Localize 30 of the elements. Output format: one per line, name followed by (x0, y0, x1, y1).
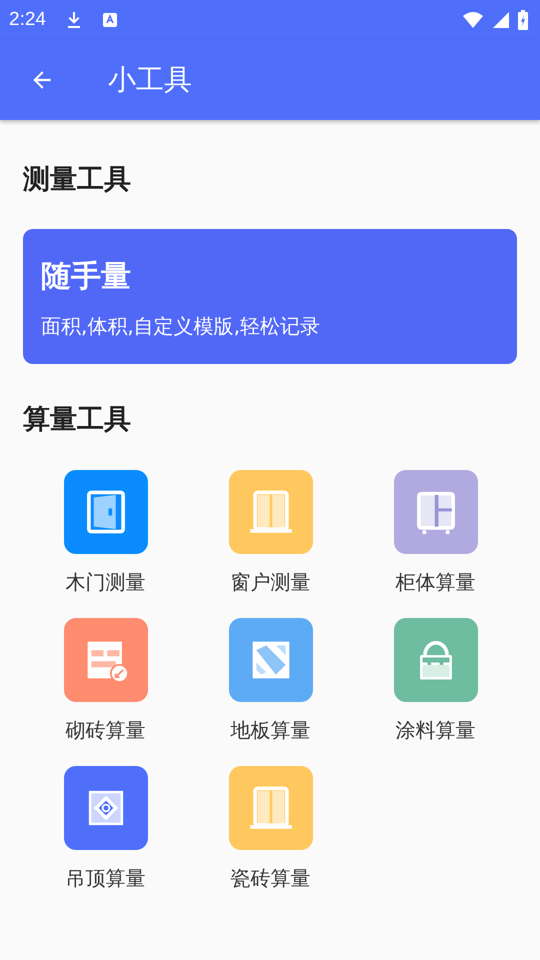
tool-tile[interactable] (394, 470, 478, 554)
wifi-icon (462, 11, 484, 29)
download-icon (66, 11, 82, 29)
tool-label: 地板算量 (230, 717, 310, 744)
tool-label: 柜体算量 (396, 569, 476, 596)
tool-tile[interactable] (228, 618, 312, 702)
screen-title: 小工具 (108, 62, 192, 98)
tool-tile[interactable] (64, 470, 148, 554)
tool-label: 瓷砖算量 (230, 865, 310, 892)
tool-label: 木门测量 (66, 569, 146, 596)
signal-icon (492, 11, 510, 29)
battery-icon (518, 10, 528, 30)
card-title: 随手量 (41, 258, 132, 296)
tool-label: 窗户测量 (230, 569, 310, 596)
wardrobe-icon (248, 786, 292, 830)
keyboard-icon (102, 12, 118, 28)
tool-tile[interactable] (394, 618, 478, 702)
measure-card[interactable]: 随手量 面积,体积,自定义模版,轻松记录 (23, 229, 517, 364)
tool-tile[interactable] (228, 766, 312, 850)
card-subtitle: 面积,体积,自定义模版,轻松记录 (41, 313, 322, 340)
tool-tile[interactable] (64, 618, 148, 702)
section-title: 算量工具 (23, 403, 132, 437)
tool-label: 吊顶算量 (66, 865, 146, 892)
tool-label: 涂料算量 (396, 717, 476, 744)
tool-tile[interactable] (228, 470, 312, 554)
status-time: 2:24 (9, 9, 46, 31)
tool-label: 砌砖算量 (66, 717, 146, 744)
section-title: 测量工具 (23, 163, 132, 197)
wardrobe-icon (248, 490, 292, 534)
tool-tile[interactable] (64, 766, 148, 850)
